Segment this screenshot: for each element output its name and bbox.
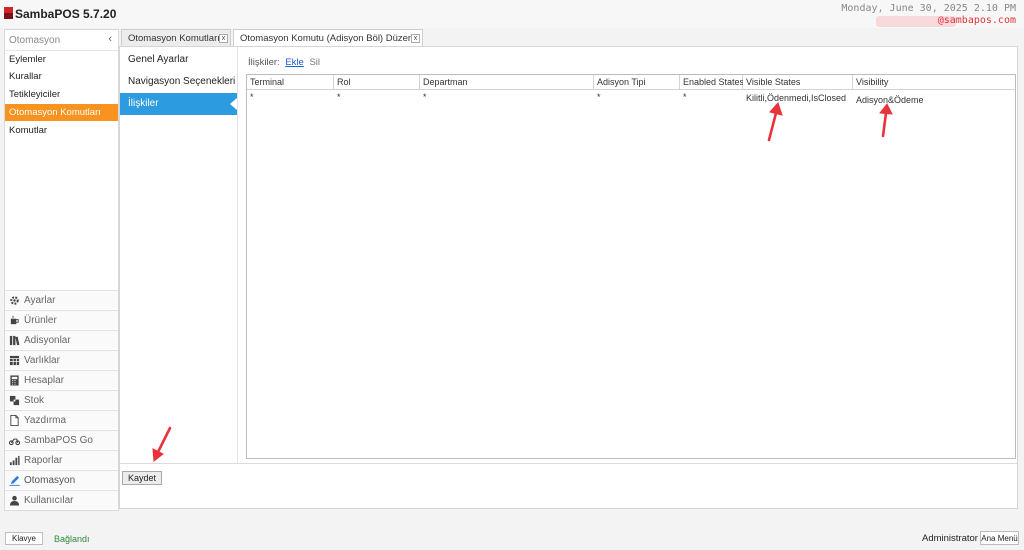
coffee-icon <box>10 315 19 325</box>
books-icon <box>9 335 20 346</box>
sidebar-item-eylemler[interactable]: Eylemler <box>5 51 118 68</box>
motorbike-icon <box>9 438 20 446</box>
module-label: Ürünler <box>24 315 57 326</box>
selection-pointer <box>230 98 237 110</box>
title-bar: SambaPOS 5.7.20 Monday, June 30, 2025 2.… <box>0 0 1024 28</box>
brand-area: @sambapos.com <box>876 15 1016 27</box>
editor-subnav: Genel Ayarlar Navigasyon Seçenekleri İli… <box>120 47 238 463</box>
tab-label: Otomasyon Komutları <box>128 33 220 44</box>
connection-status: Bağlandı <box>54 534 90 544</box>
sidebar-item-otomasyon-komutlari[interactable]: Otomasyon Komutları <box>5 104 118 121</box>
current-user: Administrator <box>922 533 978 544</box>
module-ayarlar[interactable]: Ayarlar <box>5 290 118 309</box>
main-menu-button[interactable]: Ana Menü <box>980 531 1019 545</box>
user-icon <box>9 495 20 506</box>
module-otomasyon[interactable]: Otomasyon <box>5 470 118 489</box>
module-adisyonlar[interactable]: Adisyonlar <box>5 330 118 349</box>
module-stok[interactable]: Stok <box>5 390 118 409</box>
module-label: SambaPOS Go <box>24 435 93 446</box>
module-label: Yazdırma <box>24 415 67 426</box>
document-icon <box>10 415 19 426</box>
table-cell[interactable]: Kilitli,Ödenmedi,IsClosed <box>743 93 846 103</box>
column-header-visibility[interactable]: Visibility <box>853 75 1015 90</box>
column-header-adisyon-tipi[interactable]: Adisyon Tipi <box>594 75 680 90</box>
module-sambapos-go[interactable]: SambaPOS Go <box>5 430 118 449</box>
close-icon[interactable]: x <box>219 34 228 43</box>
sidebar-item-tetikleyiciler[interactable]: Tetikleyiciler <box>5 86 118 103</box>
column-header-rol[interactable]: Rol <box>334 75 420 90</box>
bar-chart-icon <box>9 455 20 466</box>
column-header-visible-states[interactable]: Visible States <box>743 75 853 90</box>
sidebar-header: Otomasyon ‹ <box>5 30 118 51</box>
module-hesaplar[interactable]: Hesaplar <box>5 370 118 389</box>
module-label: Ayarlar <box>24 295 56 306</box>
subnav-navigasyon-secenekleri[interactable]: Navigasyon Seçenekleri <box>120 71 237 93</box>
relations-label: İlişkiler: <box>248 57 280 68</box>
tab-label: Otomasyon Komutu (Adisyon Böl) Düzenle <box>240 33 421 44</box>
close-icon[interactable]: x <box>411 34 420 43</box>
sidebar-item-kurallar[interactable]: Kurallar <box>5 68 118 85</box>
gear-icon <box>10 296 19 305</box>
clock-text: Monday, June 30, 2025 2.10 PM <box>841 3 1016 14</box>
brand-text: @sambapos.com <box>937 15 1016 26</box>
column-header-terminal[interactable]: Terminal <box>247 75 334 90</box>
add-link[interactable]: Ekle <box>285 57 303 68</box>
sambapos-logo-icon <box>4 7 13 19</box>
relations-toolbar: İlişkiler: Ekle Sil <box>248 57 320 68</box>
table-cell[interactable]: * <box>680 92 687 102</box>
keyboard-button[interactable]: Klavye <box>5 532 43 545</box>
sidebar-item-komutlar[interactable]: Komutlar <box>5 122 118 139</box>
column-header-enabled-states[interactable]: Enabled States <box>680 75 744 90</box>
save-button[interactable]: Kaydet <box>122 471 162 485</box>
module-raporlar[interactable]: Raporlar <box>5 450 118 469</box>
subnav-genel-ayarlar[interactable]: Genel Ayarlar <box>120 49 237 71</box>
table-cell[interactable]: * <box>420 92 427 102</box>
table-cell[interactable]: * <box>247 92 254 102</box>
collapse-chevron-icon[interactable]: ‹ <box>108 33 112 45</box>
column-header-departman[interactable]: Departman <box>420 75 594 90</box>
divider <box>120 463 1017 464</box>
delete-link[interactable]: Sil <box>309 57 320 68</box>
module-kullanicilar[interactable]: Kullanıcılar <box>5 490 118 509</box>
calculator-icon <box>10 375 19 386</box>
relations-grid: Terminal Rol Departman Adisyon Tipi Enab… <box>246 74 1016 459</box>
pen-icon <box>9 475 20 486</box>
module-label: Raporlar <box>24 455 63 466</box>
module-yazdirma[interactable]: Yazdırma <box>5 410 118 429</box>
table-cell[interactable]: * <box>334 92 341 102</box>
module-label: Kullanıcılar <box>24 495 74 506</box>
module-label: Hesaplar <box>24 375 65 386</box>
tab-otomasyon-komutlari[interactable]: Otomasyon Komutları x <box>121 29 231 46</box>
stock-icon <box>9 395 20 406</box>
table-cell[interactable]: Adisyon&Ödeme <box>853 95 924 105</box>
module-label: Otomasyon <box>24 475 76 486</box>
module-label: Varlıklar <box>24 355 60 366</box>
app-title: SambaPOS 5.7.20 <box>15 7 117 21</box>
sidebar: Otomasyon ‹ Eylemler Kurallar Tetikleyic… <box>4 29 119 511</box>
table-icon <box>9 355 20 366</box>
module-label: Stok <box>24 395 45 406</box>
module-varliklar[interactable]: Varlıklar <box>5 350 118 369</box>
module-label: Adisyonlar <box>24 335 71 346</box>
subnav-iliskiler[interactable]: İlişkiler <box>120 93 237 115</box>
sidebar-header-label: Otomasyon <box>9 35 61 46</box>
table-cell[interactable]: * <box>594 92 601 102</box>
module-urunler[interactable]: Ürünler <box>5 310 118 329</box>
editor-panel: Genel Ayarlar Navigasyon Seçenekleri İli… <box>119 46 1018 509</box>
tab-otomasyon-komutu-duzenle[interactable]: Otomasyon Komutu (Adisyon Böl) Düzenle x <box>233 29 423 47</box>
